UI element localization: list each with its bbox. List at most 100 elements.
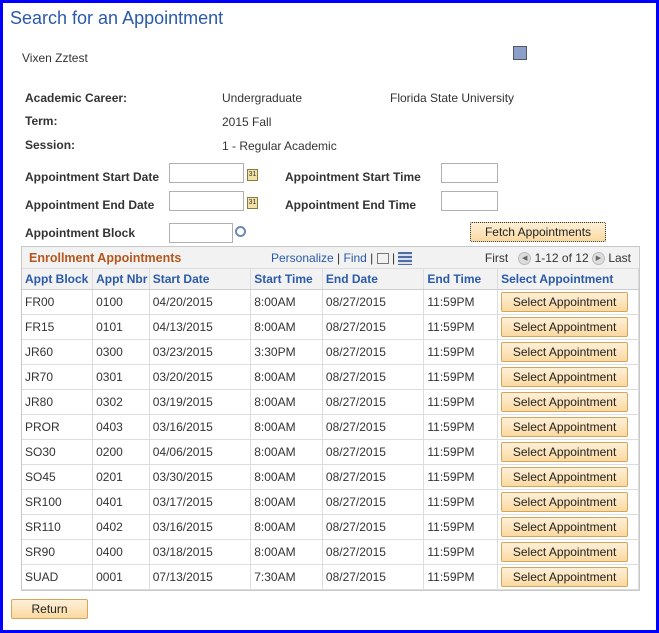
- column-header[interactable]: End Time: [423, 269, 499, 290]
- select-appointment-button[interactable]: Select Appointment: [501, 391, 629, 412]
- table-cell: 0301: [92, 364, 150, 390]
- select-appointment-button[interactable]: Select Appointment: [501, 341, 629, 362]
- table-cell: 0401: [92, 489, 150, 515]
- table-cell: 0200: [92, 439, 150, 465]
- end-date-input[interactable]: [169, 191, 244, 211]
- calendar-icon[interactable]: 31: [247, 169, 258, 181]
- select-appointment-button[interactable]: Select Appointment: [501, 566, 629, 587]
- select-appointment-button[interactable]: Select Appointment: [501, 316, 629, 337]
- select-appointment-button[interactable]: Select Appointment: [501, 541, 629, 562]
- table-cell: 03/16/2015: [149, 514, 252, 540]
- table-cell: 8:00AM: [250, 514, 323, 540]
- select-appointment-button[interactable]: Select Appointment: [501, 291, 629, 312]
- table-cell: 11:59PM: [423, 339, 499, 365]
- select-appointment-button[interactable]: Select Appointment: [501, 441, 629, 462]
- table-row: FR00 0100 04/20/2015 8:00AM 08/27/2015 11:59P…: [22, 289, 639, 315]
- table-cell: 8:00AM: [250, 364, 323, 390]
- download-icon[interactable]: [398, 252, 413, 266]
- new-window-icon[interactable]: [376, 253, 389, 265]
- block-label: Appointment Block: [25, 226, 135, 240]
- select-appointment-button[interactable]: Select Appointment: [501, 416, 629, 437]
- table-cell: 08/27/2015: [322, 364, 425, 390]
- column-header[interactable]: Start Date: [149, 269, 252, 290]
- table-cell: 0300: [92, 339, 150, 365]
- end-date-label: Appointment End Date: [25, 198, 155, 212]
- personalize-link[interactable]: Personalize: [271, 251, 334, 265]
- column-header[interactable]: Appt Nbr: [92, 269, 150, 290]
- table-cell: 08/27/2015: [322, 414, 425, 440]
- table-row: SO45 0201 03/30/2015 8:00AM 08/27/2015 11:59P…: [22, 464, 639, 490]
- select-cell: Select Appointment: [497, 439, 639, 465]
- table-cell: 8:00AM: [250, 439, 323, 465]
- table-cell: 08/27/2015: [322, 539, 425, 565]
- select-appointment-button[interactable]: Select Appointment: [501, 466, 629, 487]
- table-cell: 11:59PM: [423, 564, 499, 590]
- select-cell: Select Appointment: [497, 489, 639, 515]
- table-cell: 11:59PM: [423, 414, 499, 440]
- table-cell: 0201: [92, 464, 150, 490]
- institution-icon[interactable]: [513, 46, 527, 60]
- column-header[interactable]: Select Appointment: [497, 269, 639, 290]
- table-cell: 03/23/2015: [149, 339, 252, 365]
- fetch-appointments-button[interactable]: Fetch Appointments: [470, 222, 606, 242]
- table-cell: 08/27/2015: [322, 564, 425, 590]
- session-label: Session:: [25, 138, 76, 152]
- block-input[interactable]: [169, 223, 233, 243]
- search-icon[interactable]: [235, 226, 246, 237]
- column-header[interactable]: Appt Block: [22, 269, 94, 290]
- table-cell: 03/30/2015: [149, 464, 252, 490]
- select-appointment-button[interactable]: Select Appointment: [501, 366, 629, 387]
- appointments-table: Appt Block Appt Nbr Start Date Start Time En…: [22, 269, 639, 590]
- table-cell: 04/13/2015: [149, 314, 252, 340]
- table-cell: 8:00AM: [250, 289, 323, 315]
- start-time-label: Appointment Start Time: [285, 170, 421, 184]
- page-title: Search for an Appointment: [10, 8, 224, 28]
- table-cell: 08/27/2015: [322, 439, 425, 465]
- table-cell: 8:00AM: [250, 414, 323, 440]
- select-cell: Select Appointment: [497, 289, 639, 315]
- table-cell: 04/20/2015: [149, 289, 252, 315]
- table-cell: 7:30AM: [250, 564, 323, 590]
- table-cell: 03/17/2015: [149, 489, 252, 515]
- last-link: Last: [608, 251, 631, 265]
- table-cell: 0403: [92, 414, 150, 440]
- table-cell: 8:00AM: [250, 464, 323, 490]
- table-cell: SO45: [22, 464, 94, 490]
- calendar-icon[interactable]: 31: [247, 197, 258, 209]
- table-cell: 11:59PM: [423, 539, 499, 565]
- find-link[interactable]: Find: [344, 251, 367, 265]
- select-cell: Select Appointment: [497, 364, 639, 390]
- table-cell: 0100: [92, 289, 150, 315]
- table-row: JR60 0300 03/23/2015 3:30PM 08/27/2015 11:59P…: [22, 339, 639, 365]
- table-cell: SR110: [22, 514, 94, 540]
- table-cell: 11:59PM: [423, 314, 499, 340]
- table-cell: 08/27/2015: [322, 464, 425, 490]
- table-cell: SO30: [22, 439, 94, 465]
- table-row: JR70 0301 03/20/2015 8:00AM 08/27/2015 11:59P…: [22, 364, 639, 390]
- table-cell: 0001: [92, 564, 150, 590]
- column-header[interactable]: Start Time: [250, 269, 323, 290]
- table-cell: 07/13/2015: [149, 564, 252, 590]
- start-date-input[interactable]: [169, 163, 244, 183]
- next-icon[interactable]: ▶: [591, 252, 605, 266]
- select-appointment-button[interactable]: Select Appointment: [501, 491, 629, 512]
- institution-value: Florida State University: [390, 91, 515, 105]
- session-value: 1 - Regular Academic: [222, 139, 337, 153]
- select-cell: Select Appointment: [497, 564, 639, 590]
- select-cell: Select Appointment: [497, 514, 639, 540]
- table-cell: 0402: [92, 514, 150, 540]
- column-header[interactable]: End Date: [322, 269, 425, 290]
- start-time-input[interactable]: [441, 163, 498, 183]
- table-cell: 0400: [92, 539, 150, 565]
- previous-icon[interactable]: ◀: [518, 252, 532, 266]
- career-value: Undergraduate: [222, 91, 303, 105]
- table-cell: 11:59PM: [423, 489, 499, 515]
- grid-title: Enrollment Appointments: [29, 251, 182, 265]
- table-cell: 08/27/2015: [322, 314, 425, 340]
- select-appointment-button[interactable]: Select Appointment: [501, 516, 629, 537]
- table-cell: 11:59PM: [423, 514, 499, 540]
- table-cell: 04/06/2015: [149, 439, 252, 465]
- end-time-input[interactable]: [441, 191, 498, 211]
- return-button[interactable]: Return: [11, 599, 88, 619]
- table-cell: FR15: [22, 314, 94, 340]
